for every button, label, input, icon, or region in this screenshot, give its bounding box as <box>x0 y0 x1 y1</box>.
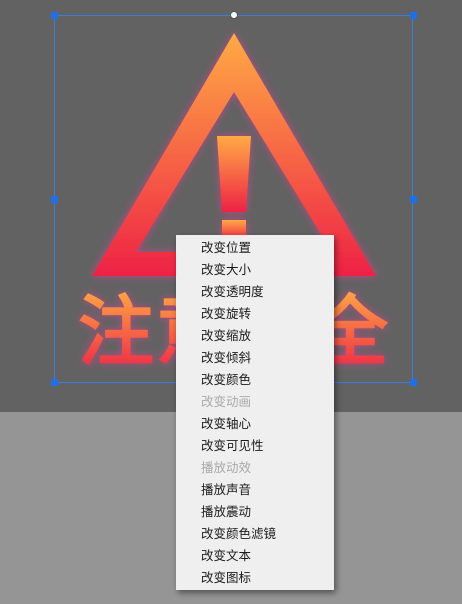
rotate-handle[interactable] <box>230 11 238 19</box>
resize-handle-right[interactable] <box>410 196 417 203</box>
resize-handle-bottom-right[interactable] <box>410 379 417 386</box>
menu-item-play-sound[interactable]: 播放声音 <box>176 479 334 501</box>
menu-item-change-color-filter[interactable]: 改变颜色滤镜 <box>176 523 334 545</box>
menu-item-change-text[interactable]: 改变文本 <box>176 545 334 567</box>
menu-item-change-icon[interactable]: 改变图标 <box>176 567 334 589</box>
menu-item-change-position[interactable]: 改变位置 <box>176 237 334 259</box>
menu-item-change-pivot[interactable]: 改变轴心 <box>176 413 334 435</box>
menu-item-change-visibility[interactable]: 改变可见性 <box>176 435 334 457</box>
menu-item-change-size[interactable]: 改变大小 <box>176 259 334 281</box>
menu-item-change-opacity[interactable]: 改变透明度 <box>176 281 334 303</box>
menu-item-play-effect: 播放动效 <box>201 460 252 475</box>
menu-item-change-skew[interactable]: 改变倾斜 <box>176 347 334 369</box>
resize-handle-top-right[interactable] <box>410 12 417 19</box>
menu-item-change-animation: 改变动画 <box>201 394 252 409</box>
resize-handle-left[interactable] <box>51 196 58 203</box>
menu-item-play-vibration[interactable]: 播放震动 <box>176 501 334 523</box>
menu-item-change-color[interactable]: 改变颜色 <box>176 369 334 391</box>
resize-handle-bottom-left[interactable] <box>51 379 58 386</box>
menu-item-change-rotation[interactable]: 改变旋转 <box>176 303 334 325</box>
resize-handle-top-left[interactable] <box>51 12 58 19</box>
menu-item-change-scale[interactable]: 改变缩放 <box>176 325 334 347</box>
context-menu: 改变位置 改变大小 改变透明度 改变旋转 改变缩放 改变倾斜 改变颜色 改变动画… <box>176 235 334 590</box>
